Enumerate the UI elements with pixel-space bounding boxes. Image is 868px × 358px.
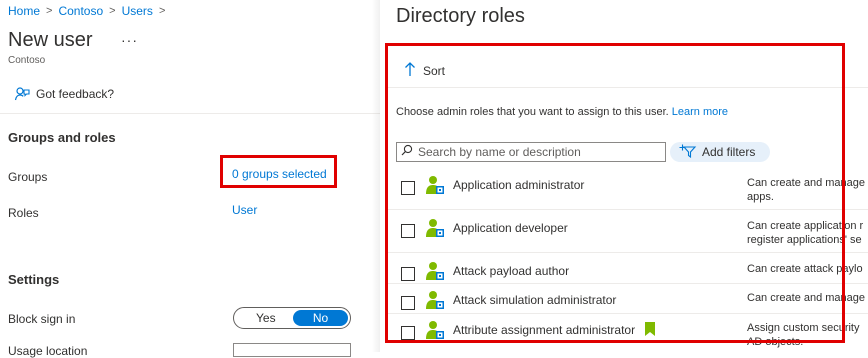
groups-label: Groups	[8, 170, 48, 184]
page-title: New user	[8, 29, 93, 51]
new-user-page: Home > Contoso > Users > New user ··· Co…	[0, 0, 380, 358]
breadcrumb-home[interactable]: Home	[8, 4, 40, 18]
breadcrumb-users[interactable]: Users	[122, 4, 153, 18]
settings-heading: Settings	[8, 272, 60, 287]
panel-shadow	[372, 0, 380, 352]
breadcrumb: Home > Contoso > Users >	[8, 4, 165, 18]
roles-link[interactable]: User	[232, 203, 257, 217]
groups-roles-heading: Groups and roles	[8, 130, 116, 145]
more-options-button[interactable]: ···	[121, 32, 138, 48]
toggle-yes-option[interactable]: Yes	[256, 311, 276, 325]
block-sign-in-toggle[interactable]: Yes No	[233, 307, 351, 329]
directory-roles-panel: Directory roles Sort Choose admin roles …	[380, 0, 868, 352]
roles-label: Roles	[8, 206, 39, 220]
feedback-label: Got feedback?	[36, 87, 115, 101]
breadcrumb-separator: >	[109, 5, 116, 17]
divider	[0, 113, 380, 114]
feedback-button[interactable]: Got feedback?	[14, 86, 114, 102]
panel-title: Directory roles	[396, 5, 525, 27]
usage-location-field[interactable]	[233, 343, 351, 357]
groups-highlight-box	[220, 155, 337, 188]
roles-highlight-box	[385, 43, 845, 343]
page-subtitle: Contoso	[8, 55, 46, 66]
feedback-person-icon	[14, 86, 30, 102]
block-sign-in-label: Block sign in	[8, 312, 76, 326]
breadcrumb-separator: >	[158, 5, 166, 17]
breadcrumb-contoso[interactable]: Contoso	[58, 4, 103, 18]
usage-location-label: Usage location	[8, 344, 88, 358]
toggle-no-option[interactable]: No	[293, 310, 348, 326]
breadcrumb-separator: >	[46, 5, 53, 17]
